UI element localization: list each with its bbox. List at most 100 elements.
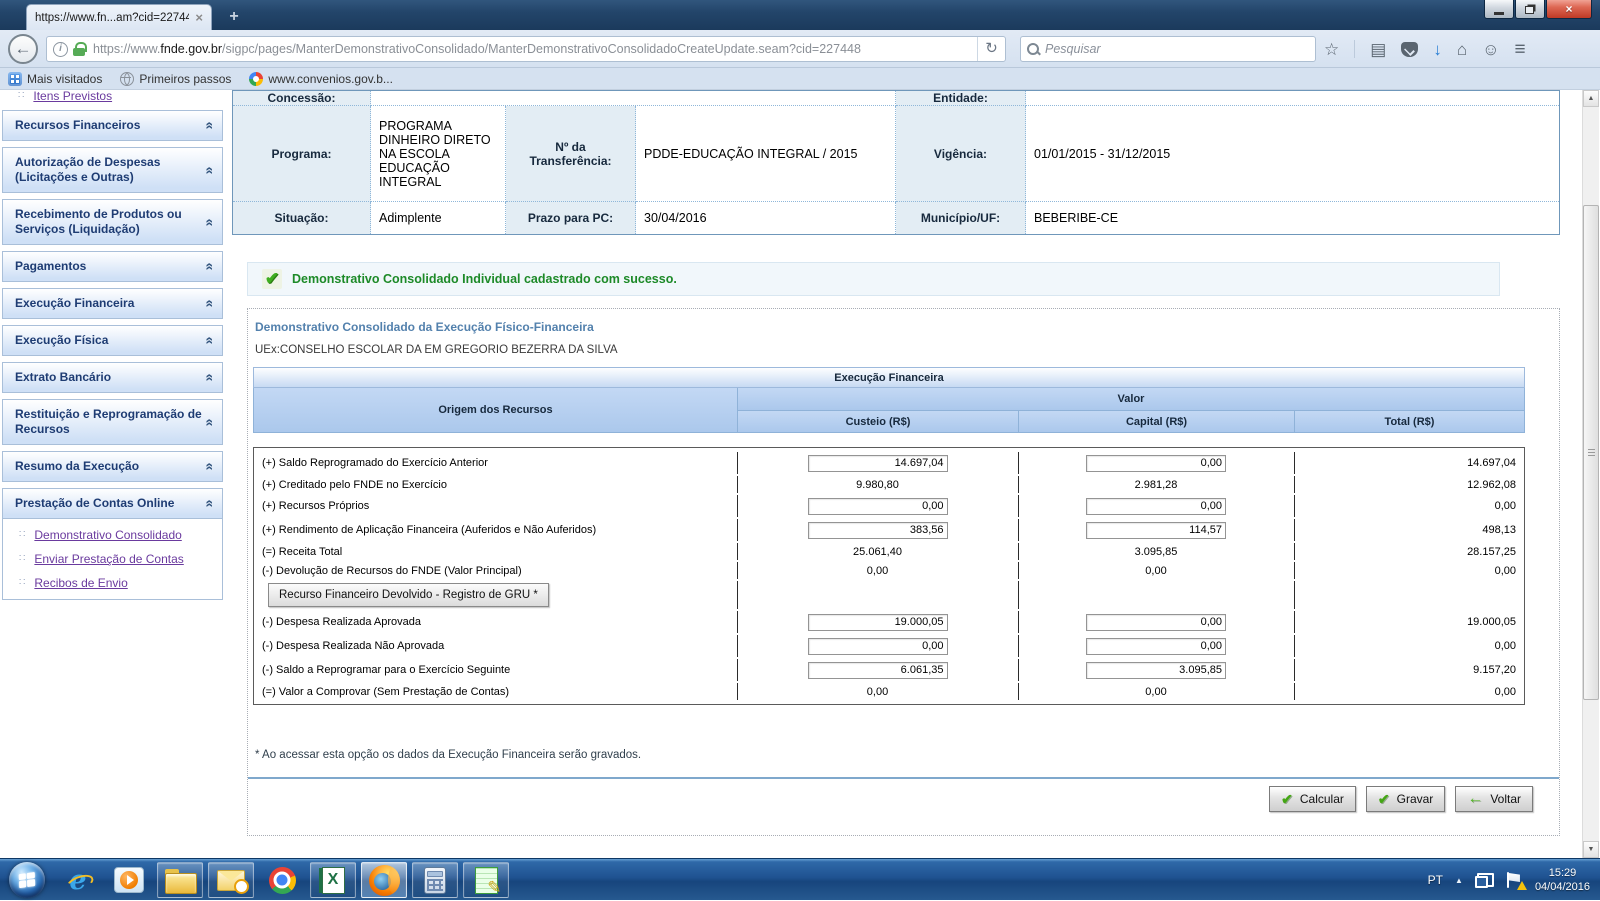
capital-input[interactable] (1086, 454, 1226, 472)
collapse-icon[interactable]: « (203, 337, 219, 345)
tab-close-icon[interactable]: × (195, 10, 203, 25)
voltar-button[interactable]: ← Voltar (1455, 786, 1533, 812)
row-label: (-) Despesa Realizada Aprovada (262, 616, 421, 628)
taskbar-file-explorer-icon[interactable] (157, 862, 203, 898)
bookmark-star-icon[interactable]: ☆ (1324, 41, 1339, 58)
finance-body: (+) Saldo Reprogramado do Exercício Ante… (253, 447, 1525, 705)
page-scrollbar[interactable]: ▲ ▼ (1582, 90, 1599, 858)
window-titlebar: https://www.fn...am?cid=227448 × + × (0, 0, 1600, 30)
sidebar-section-4[interactable]: Execução Financeira « (2, 288, 223, 319)
close-button[interactable]: × (1546, 0, 1592, 19)
menu-icon[interactable]: ≡ (1514, 40, 1525, 59)
taskbar-chrome-icon[interactable] (259, 862, 305, 898)
capital-value: 2.981,28 (1134, 478, 1178, 491)
sidebar-link[interactable]: Itens Previstos (33, 90, 112, 103)
minimize-button[interactable] (1484, 0, 1514, 19)
bookmark-item-2[interactable]: www.convenios.gov.b... (249, 71, 393, 86)
collapse-icon[interactable]: « (203, 218, 219, 226)
sidebar-item-2[interactable]: ∷ Recibos de Envio (3, 571, 222, 595)
restore-button[interactable] (1515, 0, 1545, 19)
url-bar[interactable]: i https://www.fnde.gov.br/sigpc/pages/Ma… (46, 36, 1006, 62)
sidebar-section-8[interactable]: Resumo da Execução « (2, 451, 223, 482)
sidebar-section-7[interactable]: Restituição e Reprogramação de Recursos « (2, 399, 223, 445)
gru-button[interactable]: Recurso Financeiro Devolvido - Registro … (268, 583, 549, 607)
collapse-icon[interactable]: « (203, 418, 219, 426)
custeio-cell (737, 610, 1018, 634)
page-info-icon[interactable]: i (53, 41, 68, 57)
search-input[interactable] (1045, 42, 1309, 56)
sidebar-section-0[interactable]: Recursos Financeiros « (2, 110, 223, 141)
capital-input[interactable] (1086, 661, 1226, 679)
custeio-input[interactable] (807, 497, 948, 515)
sidebar-item-0[interactable]: ∷ Demonstrativo Consolidado (3, 523, 222, 547)
search-bar[interactable] (1020, 36, 1316, 62)
reload-icon[interactable]: ↻ (977, 37, 1005, 61)
collapse-icon[interactable]: « (203, 122, 219, 130)
calcular-button[interactable]: ✔ Calcular (1269, 786, 1356, 812)
collapse-icon[interactable]: « (203, 300, 219, 308)
sidebar-section-1[interactable]: Autorização de Despesas (Licitações e Ou… (2, 147, 223, 193)
sidebar-section-9[interactable]: Prestação de Contas Online « (2, 488, 223, 519)
pocket-icon[interactable] (1401, 41, 1419, 57)
collapse-icon[interactable]: « (203, 166, 219, 174)
gravar-button[interactable]: ✔ Gravar (1365, 786, 1446, 812)
sidebar-section-3[interactable]: Pagamentos « (2, 251, 223, 282)
bookmark-item-0[interactable]: Mais visitados (8, 71, 102, 86)
sidebar-link[interactable]: Recibos de Envio (34, 576, 127, 590)
collapse-icon[interactable]: « (203, 463, 219, 471)
total-value: 0,00 (1294, 634, 1524, 658)
back-button[interactable]: ← (8, 34, 38, 64)
scroll-down-icon[interactable]: ▼ (1583, 841, 1599, 858)
bookmarks-panel-icon[interactable]: ▤ (1370, 41, 1386, 58)
home-icon[interactable]: ⌂ (1457, 41, 1467, 58)
bookmark-item-1[interactable]: Primeiros passos (120, 71, 231, 86)
custeio-input[interactable] (807, 661, 948, 679)
language-indicator[interactable]: PT (1428, 873, 1443, 887)
taskbar-internet-explorer-icon[interactable]: e (55, 862, 101, 898)
sidebar-section-5[interactable]: Execução Física « (2, 325, 223, 356)
downloads-icon[interactable]: ↓ (1433, 41, 1442, 58)
custeio-input[interactable] (807, 613, 948, 631)
network-icon[interactable] (1474, 872, 1494, 888)
collapse-icon[interactable]: « (203, 263, 219, 271)
custeio-value: 25.061,40 (853, 545, 902, 558)
capital-value: 3.095,85 (1134, 545, 1178, 558)
sidebar-link[interactable]: Demonstrativo Consolidado (34, 528, 181, 542)
tray-expand-icon[interactable]: ▲ (1455, 876, 1463, 885)
sidebar-section-label: Recursos Financeiros (15, 118, 141, 132)
taskbar-firefox-icon[interactable] (361, 862, 407, 898)
clock[interactable]: 15:29 04/04/2016 (1535, 866, 1590, 894)
taskbar-outlook-icon[interactable] (208, 862, 254, 898)
capital-input[interactable] (1086, 497, 1226, 515)
taskbar-notepad-icon[interactable]: ✎ (463, 862, 509, 898)
sidebar-section-6[interactable]: Extrato Bancário « (2, 362, 223, 393)
sidebar: ∷ Itens Previstos Recursos Financeiros « A… (2, 90, 223, 606)
action-center-flag-icon[interactable] (1506, 872, 1527, 890)
custeio-input[interactable] (807, 637, 948, 655)
custeio-input[interactable] (807, 454, 948, 472)
scroll-up-icon[interactable]: ▲ (1583, 90, 1599, 107)
taskbar-excel-icon[interactable]: X (310, 862, 356, 898)
sidebar-item-itens-previstos[interactable]: ∷ Itens Previstos (2, 90, 223, 105)
envelope-glyph (217, 869, 249, 894)
lock-icon[interactable] (73, 42, 87, 56)
capital-input[interactable] (1086, 613, 1226, 631)
sidebar-section-2[interactable]: Recebimento de Produtos ou Serviços (Liq… (2, 199, 223, 245)
capital-input[interactable] (1086, 637, 1226, 655)
sidebar-item-1[interactable]: ∷ Enviar Prestação de Contas (3, 547, 222, 571)
collapse-icon[interactable]: « (203, 500, 219, 508)
folder-glyph (165, 868, 197, 894)
new-tab-button[interactable]: + (222, 8, 246, 26)
browser-tab[interactable]: https://www.fn...am?cid=227448 × (26, 4, 212, 30)
capital-input[interactable] (1086, 521, 1226, 539)
taskbar-media-player-icon[interactable] (106, 862, 152, 898)
hello-smiley-icon[interactable]: ☺ (1482, 41, 1499, 58)
collapse-icon[interactable]: « (203, 374, 219, 382)
sidebar-link[interactable]: Enviar Prestação de Contas (34, 552, 183, 566)
info-value-municipio: BEBERIBE-CE (1026, 202, 1559, 234)
scrollbar-thumb[interactable] (1583, 205, 1599, 700)
taskbar-start-icon[interactable] (4, 862, 50, 898)
taskbar-calculator-icon[interactable] (412, 862, 458, 898)
custeio-input[interactable] (807, 521, 948, 539)
custeio-cell (737, 518, 1018, 542)
